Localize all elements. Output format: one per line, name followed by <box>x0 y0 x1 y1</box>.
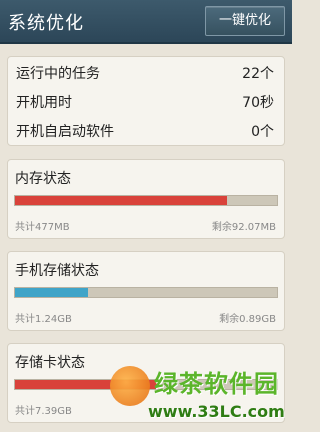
phone-storage-bar <box>14 287 278 298</box>
phone-storage-card[interactable]: 手机存储状态 共计1.24GB 剩余0.89GB <box>7 251 285 331</box>
one-key-optimize-button[interactable]: 一键优化 <box>205 6 285 36</box>
memory-status-card[interactable]: 内存状态 共计477MB 剩余92.07MB <box>7 159 285 239</box>
memory-status-title: 内存状态 <box>15 171 71 187</box>
sd-card-status-title: 存储卡状态 <box>15 355 85 371</box>
memory-usage-fill <box>15 196 228 205</box>
boot-time-value: 70秒 <box>242 95 274 111</box>
sd-card-total: 共计7.39GB <box>15 406 72 417</box>
running-tasks-row[interactable]: 运行中的任务 22个 <box>16 63 274 83</box>
running-tasks-value: 22个 <box>242 66 274 82</box>
boot-time-label: 开机用时 <box>16 95 72 111</box>
memory-remaining: 剩余92.07MB <box>211 222 276 233</box>
startup-apps-value: 0个 <box>251 124 274 140</box>
boot-time-row[interactable]: 开机用时 70秒 <box>16 92 274 112</box>
phone-storage-fill <box>15 288 89 297</box>
page-title: 系统优化 <box>8 13 84 34</box>
watermark-url: www.33LC.com <box>148 402 285 421</box>
watermark-brand: 绿茶软件园 <box>154 370 279 398</box>
title-bar: 系统优化 一键优化 <box>0 0 292 44</box>
memory-usage-bar <box>14 195 278 206</box>
phone-storage-remaining: 剩余0.89GB <box>219 314 276 325</box>
startup-apps-row[interactable]: 开机自启动软件 0个 <box>16 121 274 141</box>
startup-apps-label: 开机自启动软件 <box>16 124 114 140</box>
phone-storage-total: 共计1.24GB <box>15 314 72 325</box>
tasks-card: 运行中的任务 22个 开机用时 70秒 开机自启动软件 0个 <box>7 56 285 146</box>
leaf-logo-icon <box>110 366 150 406</box>
running-tasks-label: 运行中的任务 <box>16 66 100 82</box>
phone-storage-title: 手机存储状态 <box>15 263 99 279</box>
memory-total: 共计477MB <box>15 222 70 233</box>
watermark-logo: 绿茶软件园 www.33LC.com <box>110 360 292 432</box>
